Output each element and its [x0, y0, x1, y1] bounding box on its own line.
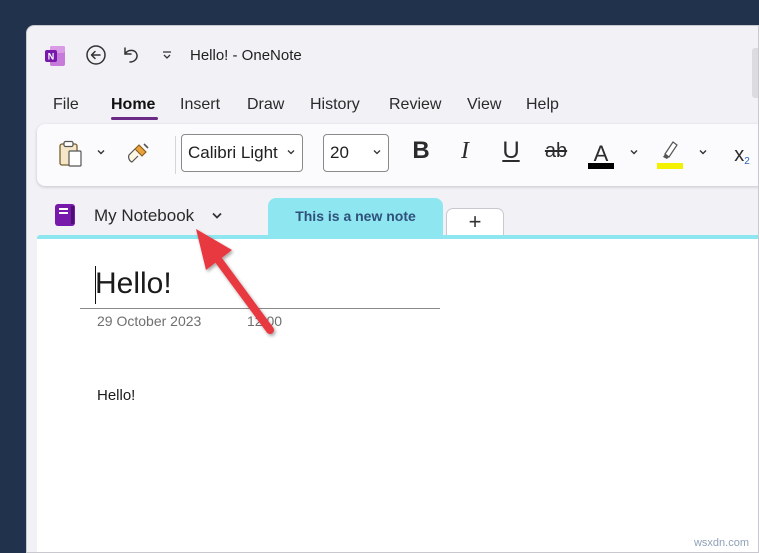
- tab-help[interactable]: Help: [526, 96, 559, 114]
- title-underline: [80, 308, 440, 309]
- text-cursor: [95, 266, 96, 304]
- undo-icon: [124, 47, 138, 63]
- font-size-value: 20: [330, 143, 349, 162]
- font-family-select[interactable]: Calibri Light: [181, 134, 303, 172]
- active-tab-indicator: [111, 117, 158, 120]
- quick-access-dropdown[interactable]: [155, 43, 179, 67]
- tab-insert[interactable]: Insert: [180, 96, 220, 114]
- note-body-text[interactable]: Hello!: [97, 387, 135, 404]
- title-bar: N Hello! - OneNote: [27, 26, 758, 98]
- format-painter-button[interactable]: [124, 140, 152, 168]
- window-title: Hello! - OneNote: [190, 47, 302, 64]
- subscript-index: 2: [744, 155, 750, 167]
- notebook-chevron-down-icon[interactable]: [211, 211, 223, 221]
- note-page[interactable]: Hello! 29 October 2023 12:00 Hello!: [37, 239, 758, 552]
- tab-review[interactable]: Review: [389, 96, 441, 114]
- highlight-color-swatch: [657, 163, 683, 169]
- home-ribbon: Calibri Light 20 B I U ab A x 2: [37, 124, 758, 186]
- ribbon-separator: [175, 136, 176, 174]
- tab-this-is-a-new-note[interactable]: This is a new note: [268, 198, 443, 236]
- highlight-button[interactable]: [656, 138, 684, 170]
- highlight-chevron-icon[interactable]: [697, 146, 709, 158]
- paste-options-chevron-icon[interactable]: [95, 146, 107, 158]
- font-color-button[interactable]: A: [587, 138, 615, 170]
- subscript-button[interactable]: x 2: [727, 140, 757, 170]
- ribbon-tabs: File Home Insert Draw History Review Vie…: [27, 90, 758, 120]
- notebook-icon: [55, 204, 75, 226]
- back-button[interactable]: [84, 43, 108, 67]
- chevron-down-icon: [373, 150, 381, 155]
- font-color-swatch: [588, 163, 614, 169]
- page-title[interactable]: Hello!: [95, 267, 172, 301]
- undo-button[interactable]: [119, 43, 143, 67]
- onenote-window: N Hello! - OneNote File Home Insert Draw…: [26, 25, 759, 553]
- subscript-glyph: x: [734, 143, 745, 166]
- strikethrough-button[interactable]: ab: [539, 136, 573, 166]
- chevron-down-icon: [287, 150, 295, 155]
- font-family-value: Calibri Light: [188, 143, 278, 162]
- svg-text:N: N: [48, 52, 55, 62]
- tab-view[interactable]: View: [467, 96, 501, 114]
- notebook-name[interactable]: My Notebook: [94, 206, 194, 226]
- chevron-down-icon: [163, 51, 171, 59]
- italic-button[interactable]: I: [451, 136, 479, 166]
- tab-home[interactable]: Home: [111, 96, 155, 114]
- onenote-logo-icon: N: [45, 46, 65, 66]
- back-arrow-icon: [86, 45, 106, 65]
- page-date: 29 October 2023: [97, 313, 202, 329]
- tab-history[interactable]: History: [310, 96, 360, 114]
- bold-button[interactable]: B: [407, 136, 435, 166]
- add-section-button[interactable]: +: [446, 208, 504, 236]
- page-time: 12:00: [247, 313, 283, 329]
- font-size-select[interactable]: 20: [323, 134, 389, 172]
- paste-button[interactable]: [57, 139, 85, 169]
- underline-button[interactable]: U: [497, 136, 525, 166]
- tab-file[interactable]: File: [53, 96, 79, 114]
- watermark-text: wsxdn.com: [693, 537, 749, 549]
- paintbrush-icon: [128, 143, 149, 163]
- font-color-chevron-icon[interactable]: [628, 146, 640, 158]
- tab-draw[interactable]: Draw: [247, 96, 284, 114]
- font-color-glyph: A: [593, 141, 609, 166]
- clipboard-icon: [59, 140, 82, 167]
- highlighter-icon: [663, 141, 678, 159]
